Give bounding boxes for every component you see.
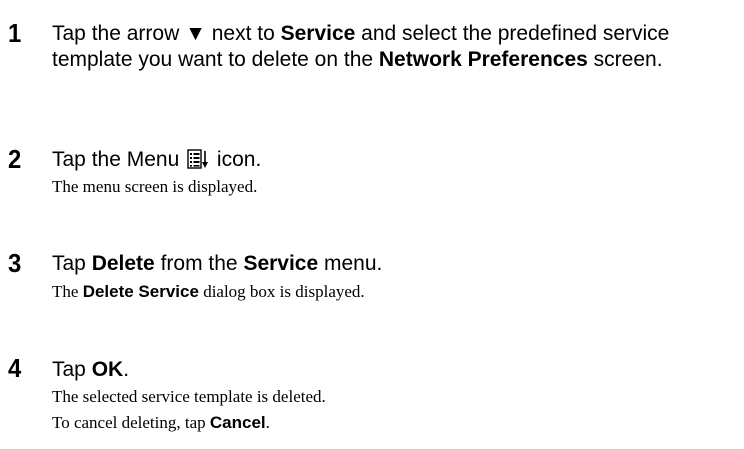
ok-term: OK	[91, 358, 124, 381]
result-text: .	[265, 413, 270, 432]
instruction-text: next to	[205, 22, 281, 45]
step-instruction: Tap OK.	[52, 357, 737, 383]
service-term: Service	[243, 252, 319, 275]
instruction-text: Tap the arrow	[52, 22, 186, 45]
step-result: To cancel deleting, tap Cancel.	[52, 410, 737, 436]
instruction-text: Tap the Menu	[52, 148, 186, 171]
network-preferences-term: Network Preferences	[378, 48, 588, 71]
instruction-text: .	[123, 358, 130, 381]
result-text: To cancel deleting, tap	[52, 413, 210, 432]
step-instruction: Tap Delete from the Service menu.	[52, 251, 737, 277]
step-number: 1	[8, 18, 22, 48]
step-number: 3	[8, 248, 22, 278]
result-text: dialog box is displayed.	[198, 282, 365, 301]
instruction-text: from the	[154, 252, 244, 275]
step-result: The menu screen is displayed.	[52, 177, 258, 196]
step-number: 2	[8, 144, 22, 174]
delete-service-term: Delete Service	[82, 282, 199, 301]
step-result: The Delete Service dialog box is display…	[52, 279, 737, 305]
result-text: The	[52, 282, 83, 301]
instruction-text: Tap	[52, 252, 92, 275]
instruction-text: screen.	[587, 48, 663, 71]
step-instruction: Tap the Menu icon.	[52, 147, 737, 173]
menu-icon	[187, 149, 209, 169]
step-number: 4	[8, 353, 22, 383]
step-instruction: Tap the arrow ▼ next to Service and sele…	[52, 21, 737, 73]
step-result: The selected service template is deleted…	[52, 387, 326, 406]
service-term: Service	[280, 22, 356, 45]
instruction-text: icon.	[211, 148, 262, 171]
delete-term: Delete	[91, 252, 155, 275]
cancel-term: Cancel	[209, 413, 266, 432]
instruction-text: Tap	[52, 358, 92, 381]
instruction-text: menu.	[318, 252, 383, 275]
dropdown-arrow-icon: ▼	[185, 22, 206, 45]
